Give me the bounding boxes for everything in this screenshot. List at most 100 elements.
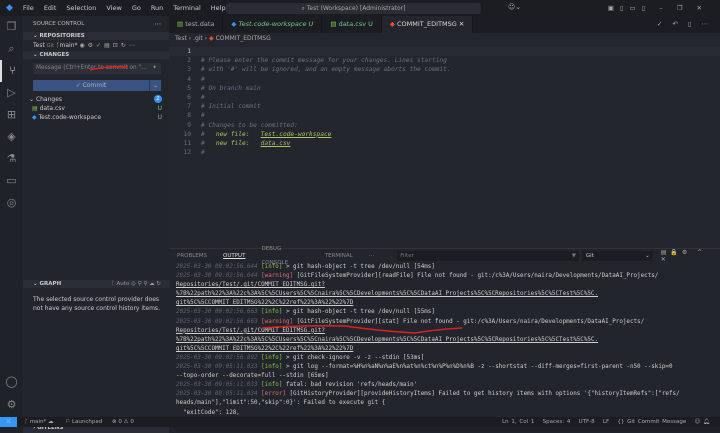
explorer-icon[interactable]: ❐ — [0, 16, 23, 38]
editor-actions-icons[interactable]: ✓ ↶ ▯ ⋯ — [657, 16, 712, 33]
command-center-search[interactable]: ⌕ Test (Workspace) [Administrator] — [226, 3, 481, 14]
code-line: 7 # Initial commit — [169, 102, 720, 111]
graph-auto-toggle[interactable]: Auto — [117, 281, 130, 287]
more-tabs-icon[interactable]: ⋯ — [361, 249, 383, 263]
problems-status[interactable]: ⊗ 0 ⚠ 0 — [112, 419, 134, 425]
cursor-position[interactable]: Ln 1, Col 1 — [502, 419, 534, 425]
settings-gear-icon[interactable]: ⚙ — [0, 394, 23, 416]
tab-test-code-workspace[interactable]: ◆ Test.code-workspace U — [223, 16, 323, 33]
output-line: 2025-03-30 09:02:56.663 [info] > git has… — [176, 309, 435, 316]
menu-edit[interactable]: Edit — [39, 4, 62, 12]
minimize-icon[interactable]: – — [659, 4, 668, 12]
encoding[interactable]: UTF-8 — [579, 419, 595, 425]
more-actions-icon[interactable]: ⋯ — [155, 20, 162, 28]
line-text: # Please enter the commit message for yo… — [201, 57, 447, 65]
search-view-icon[interactable]: ⌕ — [0, 38, 23, 60]
code-line: 12 # — [169, 148, 720, 157]
panel-tabs: PROBLEMS OUTPUT DEBUG CONSOLE TERMINAL ⋯… — [169, 246, 720, 266]
launchpad-status[interactable]: ⚐ Launchpad — [65, 419, 102, 425]
close-tab-icon[interactable]: ✕ — [459, 20, 464, 28]
code-line: 2 # Please enter the commit message for y… — [169, 56, 720, 65]
output-line: 2025-03-30 09:05:11.033 [info] fatal: ba… — [176, 382, 418, 389]
breadcrumb-item[interactable]: COMMIT_EDITMSG — [216, 35, 271, 42]
menu-view[interactable]: View — [101, 4, 126, 12]
python-icon[interactable]: ◈ — [0, 126, 23, 148]
output-line: Repositories/Test/.git/COMMIT_EDITMSG.gi… — [176, 282, 325, 289]
output-line: git%5C%5CCOMMIT_EDITMSG%22%2C%22ref%22%3… — [176, 345, 354, 352]
commit-button[interactable]: ✓ Commit ⌄ — [33, 80, 161, 91]
run-debug-icon[interactable]: ▷ — [0, 82, 23, 104]
menu-selection[interactable]: Selection — [61, 4, 101, 12]
tab-data-csv[interactable]: ▤ data.csv U — [322, 16, 382, 33]
line-text: # On branch main — [201, 84, 261, 92]
breadcrumb-item[interactable]: .git — [193, 35, 203, 42]
close-window-icon[interactable]: ✕ — [697, 4, 708, 12]
code-line: 1 — [169, 47, 720, 57]
graph-actions-icons[interactable]: ◎ ⚲ ⚲ ☁ ↻ — [131, 281, 161, 287]
line-number: 8 — [187, 112, 191, 120]
line-number: 4 — [187, 75, 191, 83]
menu-run[interactable]: Run — [146, 4, 168, 12]
code-line: 5 # On branch main — [169, 84, 720, 93]
indentation[interactable]: Spaces: 4 — [543, 419, 571, 425]
layout-icon[interactable]: ▣▯▭▯ — [608, 4, 651, 12]
graph-empty-message: The selected source control provider doe… — [33, 296, 160, 312]
file-item[interactable]: ▤ data.csv U — [23, 104, 169, 113]
tab-output[interactable]: OUTPUT — [215, 249, 253, 263]
file-item[interactable]: ◆ Test.code-workspace U — [23, 113, 169, 122]
code-line: 6 # — [169, 93, 720, 102]
changes-group[interactable]: ⌄ Changes 2 — [23, 95, 169, 104]
line-text: # — [201, 112, 205, 120]
editor-tabs: ▤ test.data ◆ Test.code-workspace U ▤ da… — [169, 16, 720, 33]
bottom-panel: PROBLEMS OUTPUT DEBUG CONSOLE TERMINAL ⋯… — [169, 246, 720, 418]
changes-header[interactable]: ⌄ CHANGES — [23, 51, 169, 59]
search-text: Test (Workspace) [Administrator] — [306, 5, 406, 12]
testing-icon[interactable]: ⚗ — [0, 148, 23, 170]
chevron-down-icon[interactable]: ⌄ — [149, 80, 161, 91]
menu-file[interactable]: File — [18, 4, 39, 12]
restore-icon[interactable]: ❐ — [677, 4, 689, 12]
branch-name[interactable]: main* — [60, 42, 78, 49]
menu-go[interactable]: Go — [127, 4, 146, 12]
tab-problems[interactable]: PROBLEMS — [169, 249, 215, 263]
filter-input[interactable]: Filter ▼ — [397, 251, 579, 261]
code-editor[interactable]: 1 2 # Please enter the commit message for … — [169, 47, 720, 157]
output-log[interactable]: 2025-03-30 09:02:56.644 [info] > git has… — [169, 263, 720, 418]
panel-actions-icons[interactable]: ▤🔒⚙ ^ ✕ — [661, 249, 720, 263]
tab-commit-editmsg[interactable]: ◆ COMMIT_EDITMSG ✕ — [381, 16, 474, 33]
tab-terminal[interactable]: TERMINAL — [317, 249, 361, 263]
output-line: 2025-03-30 09:02:56.644 [warning] [GitFi… — [176, 273, 659, 280]
editor-area: ▤ test.data ◆ Test.code-workspace U ▤ da… — [169, 16, 720, 248]
eol[interactable]: LF — [603, 419, 609, 425]
activity-bar: ❐ ⌕ ⑂ ▷ ⊞ ◈ ⚗ ▭ ◎ ◯ ⚙ — [0, 16, 23, 417]
repo-type: Git — [46, 43, 54, 49]
breadcrumb-item[interactable]: Test — [175, 35, 187, 42]
notifications-bell-icon[interactable]: 🔔︎ — [703, 419, 710, 425]
repo-actions-icons[interactable]: ◉⚙✓▤⊡↻⋯ — [79, 42, 137, 49]
remote-indicator-icon[interactable]: ⤫ — [0, 417, 17, 427]
status-bar: ⤫ ᚴ main* ☁ ⚐ Launchpad ⊗ 0 ⚠ 0 Ln 1, Co… — [0, 417, 720, 427]
account-icon[interactable]: ◯ — [0, 371, 23, 393]
source-control-sidebar: SOURCE CONTROL ⋯ ⌄ REPOSITORIES Test Git… — [23, 16, 169, 433]
language-mode[interactable]: {} Git Commit Message — [617, 419, 686, 425]
commit-message-input[interactable]: Message (Ctrl+Enter to commit on "... ✦ — [33, 63, 161, 74]
copilot-status-icon[interactable]: ☺ — [695, 419, 701, 425]
branch-status[interactable]: ᚴ main* ☁ — [25, 419, 54, 425]
remote-icon[interactable]: ▭ — [0, 170, 23, 192]
repo-row[interactable]: Test Git ᚴmain* ◉⚙✓▤⊡↻⋯ — [23, 40, 169, 51]
repositories-header[interactable]: ⌄ REPOSITORIES — [23, 32, 169, 40]
code-line: 11 # new file: data.csv — [169, 139, 720, 148]
tab-test-data[interactable]: ▤ test.data — [169, 16, 224, 33]
copilot-icon[interactable]: ☺⌄ — [508, 3, 521, 11]
graph-header[interactable]: ⌄ GRAPH ᚴ Auto ◎ ⚲ ⚲ ☁ ↻ — [23, 280, 169, 288]
output-line: %7B%22path%22%3A%22c%3A%5C%5CUsers%5C%5C… — [176, 291, 599, 298]
gitlens-icon[interactable]: ◎ — [0, 192, 23, 214]
extensions-icon[interactable]: ⊞ — [0, 104, 23, 126]
sparkle-icon[interactable]: ✦ — [152, 63, 157, 74]
output-channel-select[interactable]: Git ⌄ — [581, 251, 653, 261]
status-badge: U — [157, 114, 162, 121]
output-line: 2025-03-30 09:02:56.892 [info] > git che… — [176, 354, 425, 361]
output-line: git%5C%5CCOMMIT_EDITMSG%22%2C%22ref%22%3… — [176, 300, 354, 307]
source-control-icon[interactable]: ⑂ — [0, 60, 23, 82]
menu-terminal[interactable]: Terminal — [168, 4, 205, 12]
